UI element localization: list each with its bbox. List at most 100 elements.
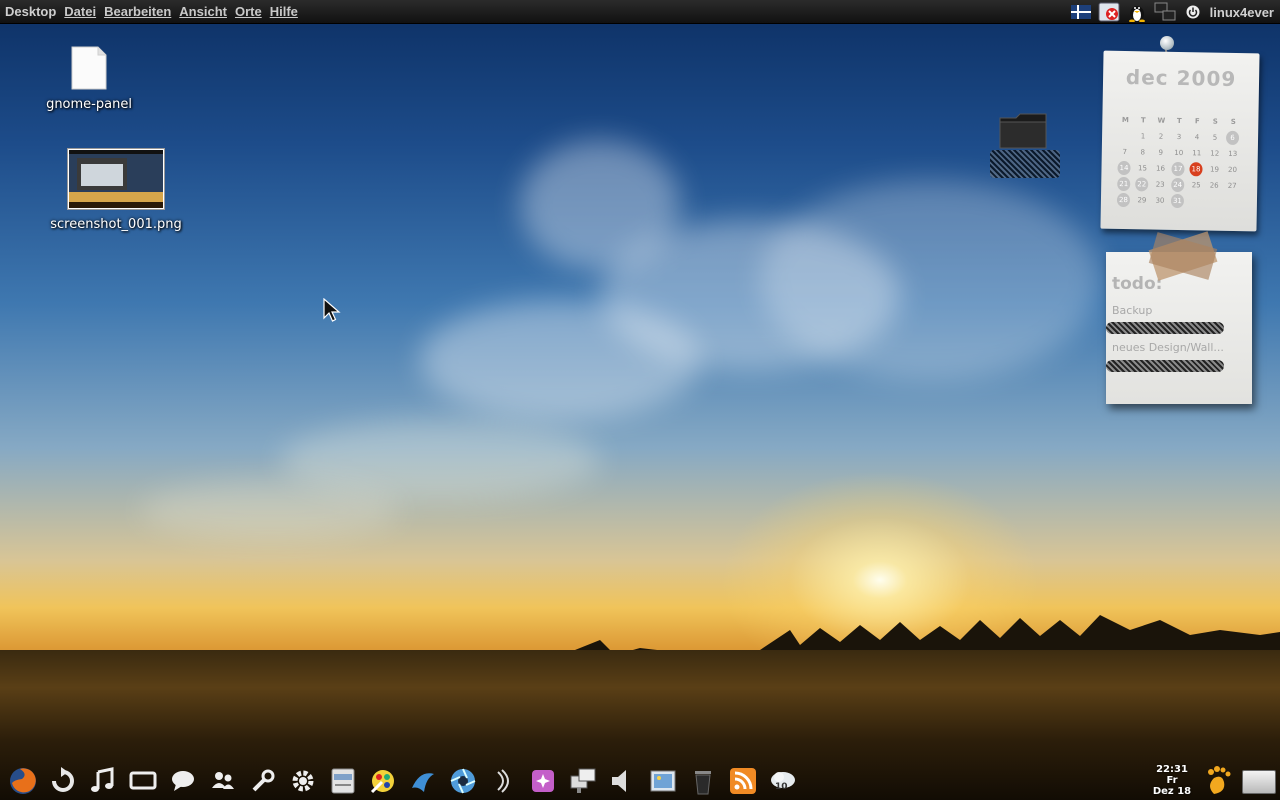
blender-icon[interactable] bbox=[406, 764, 440, 798]
app-name[interactable]: Desktop bbox=[0, 4, 60, 19]
calendar-day[interactable]: 19 bbox=[1205, 162, 1223, 176]
tux-icon[interactable] bbox=[1126, 2, 1148, 22]
menu-ansicht[interactable]: Ansicht bbox=[175, 4, 231, 19]
clock-time: 22:31 bbox=[1156, 764, 1188, 775]
calendar-weekday-header: W bbox=[1157, 116, 1166, 125]
aperture-icon[interactable] bbox=[446, 764, 480, 798]
calendar-day[interactable]: 4 bbox=[1188, 130, 1206, 144]
calendar-month: dec bbox=[1125, 65, 1169, 90]
calendar-day[interactable]: 30 bbox=[1151, 194, 1169, 208]
rss-icon[interactable] bbox=[726, 764, 760, 798]
calendar-weekday-header: S bbox=[1212, 117, 1218, 126]
todo-item-redacted bbox=[1106, 322, 1224, 334]
calendar-day[interactable]: 27 bbox=[1223, 179, 1241, 193]
close-app-icon[interactable] bbox=[1098, 2, 1120, 22]
clock-day: Fr bbox=[1166, 775, 1178, 786]
document-icon bbox=[70, 46, 108, 94]
network-monitor-icon[interactable] bbox=[566, 764, 600, 798]
wrench-icon[interactable] bbox=[246, 764, 280, 798]
star-app-icon[interactable] bbox=[526, 764, 560, 798]
calendar-grid: M T W T F S S 1 2 3 4 5 6 7 8 9 10 11 12 13 14 15 16 17 18 19 20 21… bbox=[1115, 113, 1247, 209]
calendar-day[interactable]: 8 bbox=[1134, 145, 1152, 159]
folder-label-redacted bbox=[990, 150, 1060, 178]
display-icon[interactable] bbox=[126, 764, 160, 798]
calendar-day[interactable]: 12 bbox=[1206, 146, 1224, 160]
calendar-day[interactable]: 15 bbox=[1133, 161, 1151, 175]
contacts-icon[interactable] bbox=[206, 764, 240, 798]
calendar-empty-cell bbox=[1205, 194, 1223, 208]
music-icon[interactable] bbox=[86, 764, 120, 798]
calendar-day[interactable]: 5 bbox=[1206, 130, 1224, 144]
paint-icon[interactable] bbox=[366, 764, 400, 798]
power-icon[interactable] bbox=[1182, 2, 1204, 22]
refresh-icon[interactable] bbox=[46, 764, 80, 798]
calendar-day[interactable]: 18 bbox=[1189, 162, 1203, 177]
clock[interactable]: 22:31 Fr Dez 18 bbox=[1148, 764, 1196, 797]
calendar-year: 2009 bbox=[1176, 65, 1237, 91]
calendar-day[interactable]: 2 bbox=[1152, 130, 1170, 144]
calendar-day[interactable]: 29 bbox=[1133, 193, 1151, 207]
calendar-day[interactable]: 10 bbox=[1170, 146, 1188, 160]
calendar-weekday-header: F bbox=[1194, 117, 1200, 126]
audio-icon[interactable] bbox=[486, 764, 520, 798]
printer-icon[interactable] bbox=[326, 764, 360, 798]
cloud bbox=[760, 180, 1100, 380]
todo-widget[interactable]: todo: Backup neues Design/Wall... bbox=[1106, 252, 1252, 404]
keyboard-layout-icon[interactable] bbox=[1070, 2, 1092, 22]
calendar-day[interactable]: 13 bbox=[1224, 147, 1242, 161]
calendar-day[interactable]: 20 bbox=[1223, 163, 1241, 177]
gnome-foot-icon[interactable] bbox=[1204, 764, 1234, 800]
calendar-day[interactable]: 9 bbox=[1152, 146, 1170, 160]
menu-datei[interactable]: Datei bbox=[60, 4, 100, 19]
calendar-day[interactable]: 14 bbox=[1117, 160, 1131, 176]
cloud bbox=[140, 480, 400, 540]
user-menu[interactable]: linux4ever bbox=[1210, 5, 1274, 20]
desktop-wallpaper bbox=[0, 0, 1280, 800]
desktop-icon-label: gnome-panel bbox=[46, 97, 132, 112]
calendar-day[interactable]: 28 bbox=[1116, 192, 1131, 208]
calendar-empty-cell bbox=[1187, 194, 1205, 208]
calendar-empty-cell bbox=[1116, 129, 1134, 143]
pushpin-icon bbox=[1160, 36, 1174, 50]
calendar-empty-cell bbox=[1223, 195, 1241, 209]
calendar-day[interactable]: 1 bbox=[1134, 129, 1152, 143]
calendar-day[interactable]: 11 bbox=[1188, 146, 1206, 160]
calendar-day[interactable]: 7 bbox=[1116, 145, 1134, 159]
image-viewer-icon[interactable] bbox=[646, 764, 680, 798]
calendar-day[interactable]: 6 bbox=[1225, 130, 1240, 146]
speaker-icon[interactable] bbox=[606, 764, 640, 798]
desktop-icon-gnome-panel[interactable]: gnome-panel bbox=[44, 46, 134, 112]
weather-icon[interactable]: 10 bbox=[766, 764, 800, 798]
calendar-day[interactable]: 25 bbox=[1187, 178, 1205, 192]
firefox-icon[interactable] bbox=[6, 764, 40, 798]
show-desktop-button[interactable] bbox=[1242, 770, 1276, 794]
todo-title: todo: bbox=[1112, 274, 1163, 294]
settings-icon[interactable] bbox=[286, 764, 320, 798]
menu-orte[interactable]: Orte bbox=[231, 4, 266, 19]
todo-item[interactable]: neues Design/Wall... bbox=[1112, 341, 1224, 354]
folder-icon[interactable] bbox=[998, 112, 1050, 150]
menu-bearbeiten[interactable]: Bearbeiten bbox=[100, 4, 175, 19]
calendar-widget[interactable]: dec 2009 M T W T F S S 1 2 3 4 5 6 7 8 9 10 11 12 13 14 15 16 1… bbox=[1100, 50, 1260, 232]
trash-icon[interactable] bbox=[686, 764, 720, 798]
desktop-icon-screenshot[interactable]: screenshot_001.png bbox=[46, 148, 186, 232]
weather-temperature: 10 bbox=[775, 782, 788, 792]
calendar-weekday-header: T bbox=[1140, 116, 1146, 125]
calendar-day[interactable]: 31 bbox=[1170, 193, 1185, 209]
network-icon[interactable] bbox=[1154, 2, 1176, 22]
calendar-day[interactable]: 26 bbox=[1205, 178, 1223, 192]
calendar-day[interactable]: 17 bbox=[1171, 161, 1185, 177]
todo-item[interactable]: Backup bbox=[1112, 304, 1152, 317]
top-panel: Desktop Datei Bearbeiten Ansicht Orte Hi… bbox=[0, 0, 1280, 24]
menu-hilfe[interactable]: Hilfe bbox=[266, 4, 302, 19]
calendar-day[interactable]: 3 bbox=[1170, 130, 1188, 144]
calendar-day[interactable]: 24 bbox=[1171, 177, 1185, 193]
chat-icon[interactable] bbox=[166, 764, 200, 798]
calendar-day[interactable]: 21 bbox=[1117, 176, 1131, 192]
calendar-day[interactable]: 16 bbox=[1151, 162, 1169, 176]
calendar-day[interactable]: 23 bbox=[1151, 178, 1169, 192]
calendar-weekday-header: M bbox=[1121, 115, 1129, 125]
calendar-weekday-header: S bbox=[1230, 117, 1236, 126]
calendar-weekday-header: T bbox=[1176, 116, 1182, 126]
calendar-day[interactable]: 22 bbox=[1135, 177, 1149, 192]
